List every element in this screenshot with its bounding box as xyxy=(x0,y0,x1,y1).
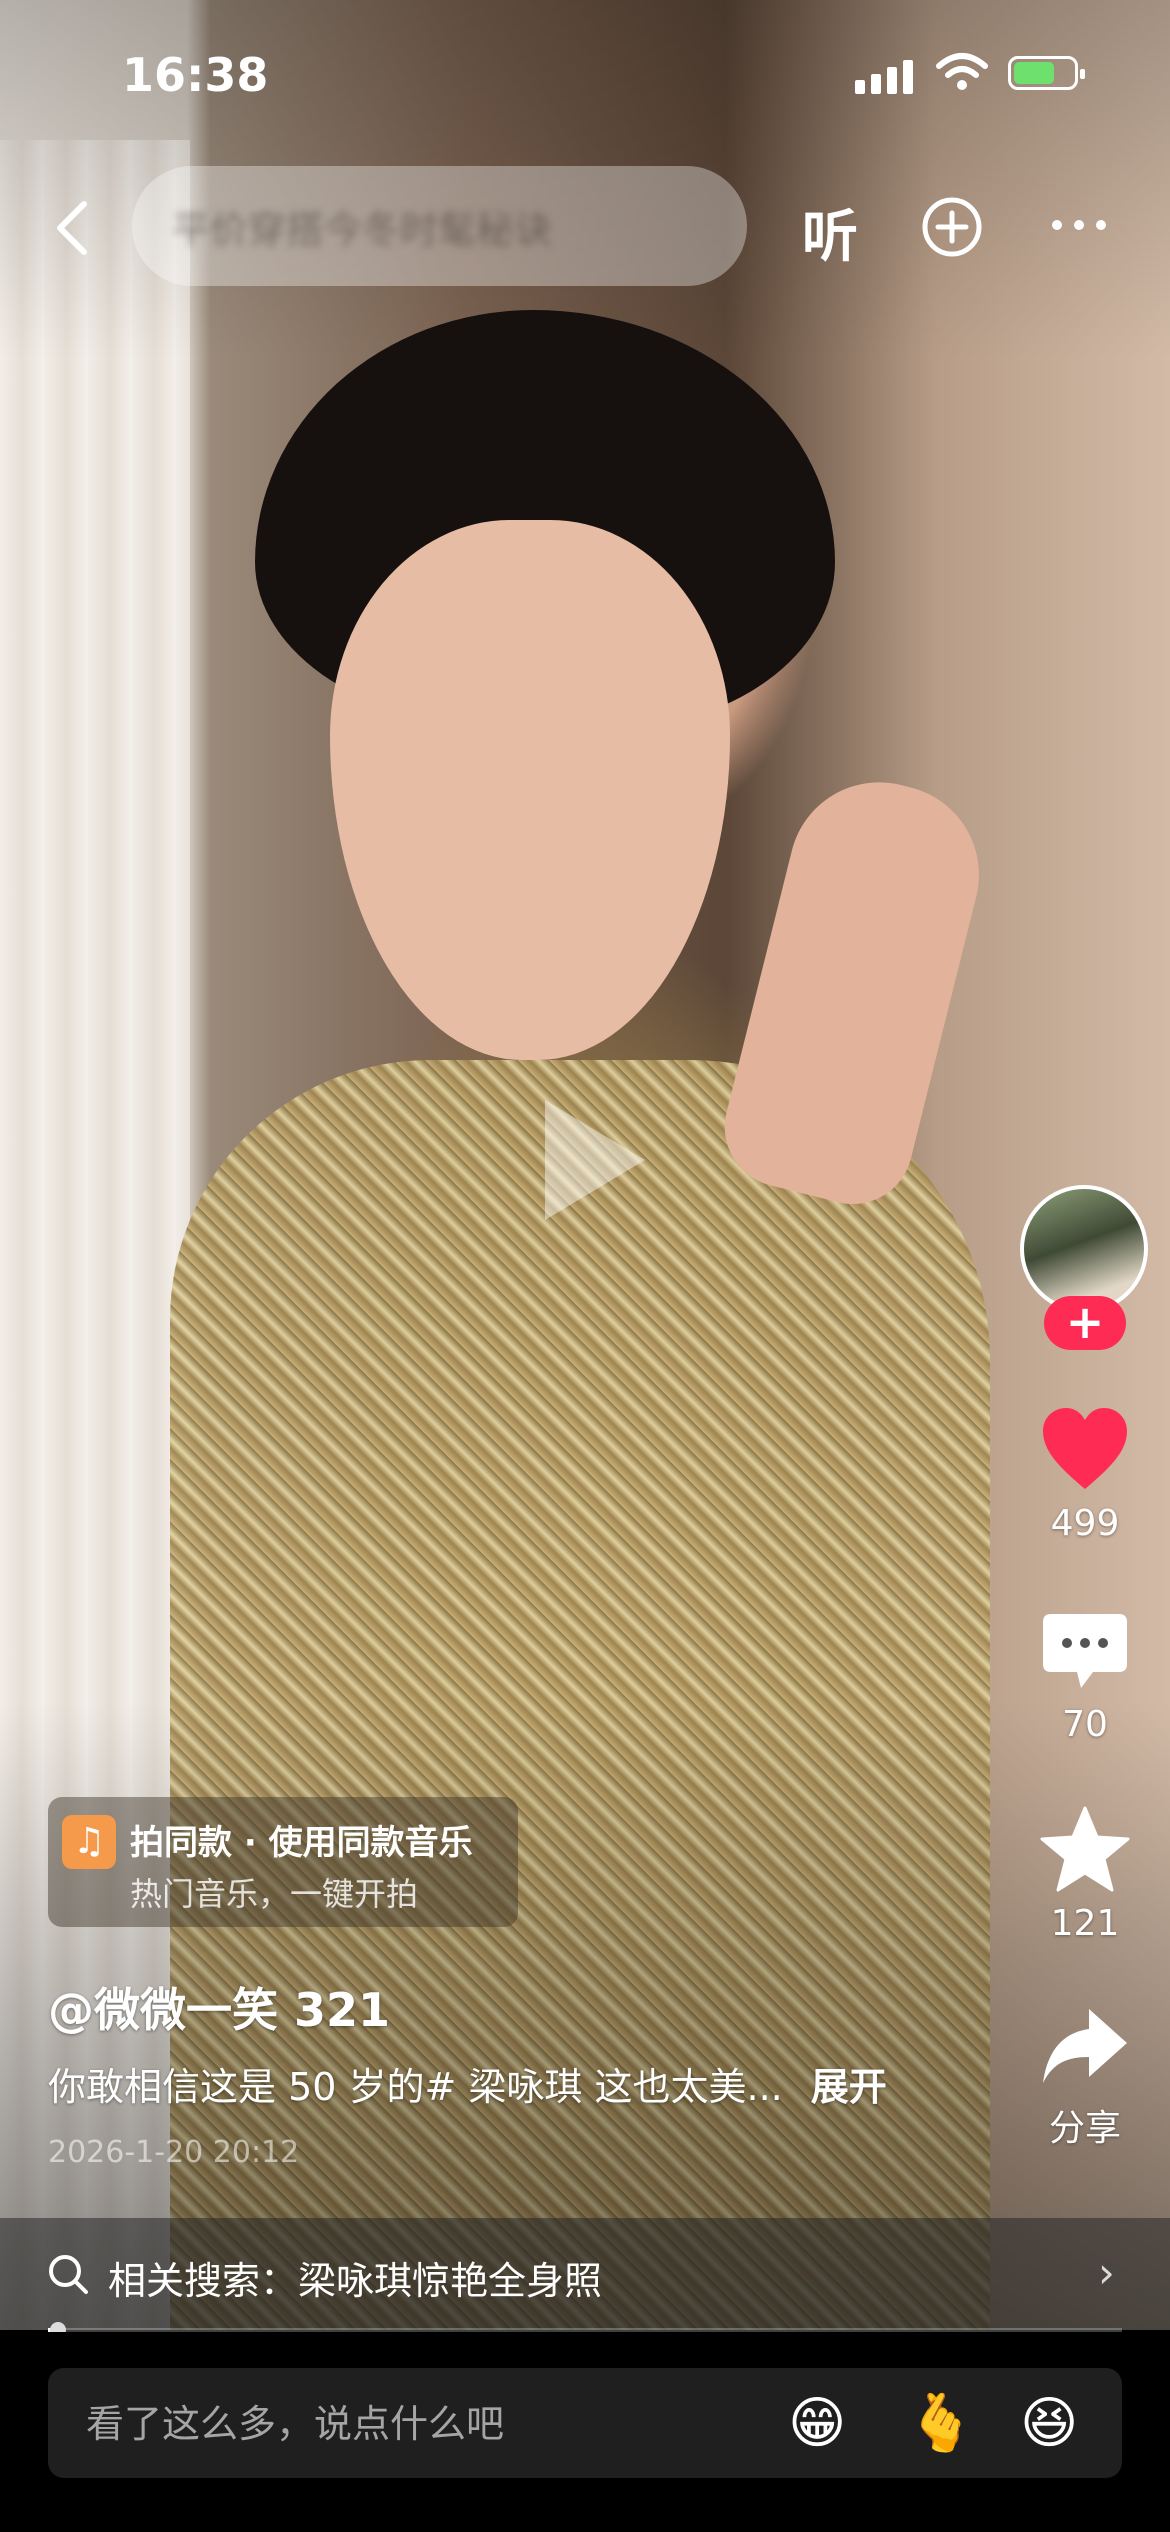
like-count: 499 xyxy=(1050,1503,1120,1544)
star-icon xyxy=(1040,1806,1130,1892)
listen-button[interactable]: 听 xyxy=(802,192,858,273)
comment-input-container[interactable]: 😁 🫰 😆 xyxy=(48,2368,1122,2480)
post-caption: 你敢相信这是 50 岁的# 梁咏琪 这也太美... 展开 xyxy=(48,2056,887,2111)
music-note-icon: ♫ xyxy=(62,1815,116,1869)
comment-count: 70 xyxy=(1062,1704,1108,1745)
face xyxy=(330,520,730,1060)
status-bar: 16:38 xyxy=(0,0,1170,150)
comment-input[interactable] xyxy=(84,2368,788,2480)
search-placeholder: 平价穿搭今冬时髦秘诀 xyxy=(172,207,553,252)
more-options-icon[interactable] xyxy=(1052,220,1106,230)
comment-bar: 😁 🫰 😆 xyxy=(0,2332,1170,2532)
related-search-label: 相关搜索：梁咏琪惊艳全身照 xyxy=(108,2259,603,2303)
cellular-signal-icon xyxy=(855,60,913,94)
search-icon xyxy=(49,2255,88,2294)
comment-bubble-icon xyxy=(1043,1614,1127,1688)
use-same-music-card[interactable]: ♫ 拍同款 · 使用同款音乐 热门音乐，一键开拍 xyxy=(48,1797,518,1927)
finger-heart-emoji-icon[interactable]: 🫰 xyxy=(906,2394,976,2454)
chevron-right-icon: › xyxy=(1098,2248,1115,2297)
music-card-title: 拍同款 · 使用同款音乐 xyxy=(130,1823,473,1863)
author-avatar[interactable] xyxy=(1020,1185,1148,1313)
battery-icon xyxy=(1008,56,1085,90)
play-icon[interactable] xyxy=(545,1100,645,1220)
status-time: 16:38 xyxy=(122,48,269,102)
author-name[interactable]: @微微一笑 321 xyxy=(48,1974,390,2040)
follow-button[interactable]: + xyxy=(1044,1296,1126,1350)
add-circle-icon[interactable] xyxy=(921,196,983,258)
search-bar[interactable]: 平价穿搭今冬时髦秘诀 xyxy=(132,166,747,286)
favorite-button[interactable]: 121 xyxy=(1020,1805,1150,1944)
share-label: 分享 xyxy=(1048,2108,1121,2149)
favorite-count: 121 xyxy=(1050,1903,1120,1944)
music-card-subtitle: 热门音乐，一键开拍 xyxy=(130,1875,419,1913)
related-search-bar[interactable]: 相关搜索：梁咏琪惊艳全身照 › xyxy=(0,2218,1170,2330)
share-arrow-icon xyxy=(1043,2009,1127,2083)
post-date: 2026-1-20 20:12 xyxy=(48,2135,300,2170)
wifi-icon xyxy=(936,53,988,90)
back-arrow-icon[interactable] xyxy=(48,198,98,258)
comment-button[interactable]: 70 xyxy=(1020,1610,1150,1745)
hand xyxy=(712,763,998,1217)
heart-icon xyxy=(1043,1408,1127,1489)
share-button[interactable]: 分享 xyxy=(1020,2005,1150,2151)
like-button[interactable]: 499 xyxy=(1020,1405,1150,1544)
expand-button[interactable]: 展开 xyxy=(811,2065,887,2109)
caption-text: 你敢相信这是 50 岁的# 梁咏琪 这也太美... xyxy=(48,2065,783,2109)
laugh-emoji-icon[interactable]: 😆 xyxy=(1020,2394,1078,2454)
top-nav: 平价穿搭今冬时髦秘诀 听 xyxy=(0,160,1170,290)
grin-emoji-icon[interactable]: 😁 xyxy=(788,2394,846,2454)
